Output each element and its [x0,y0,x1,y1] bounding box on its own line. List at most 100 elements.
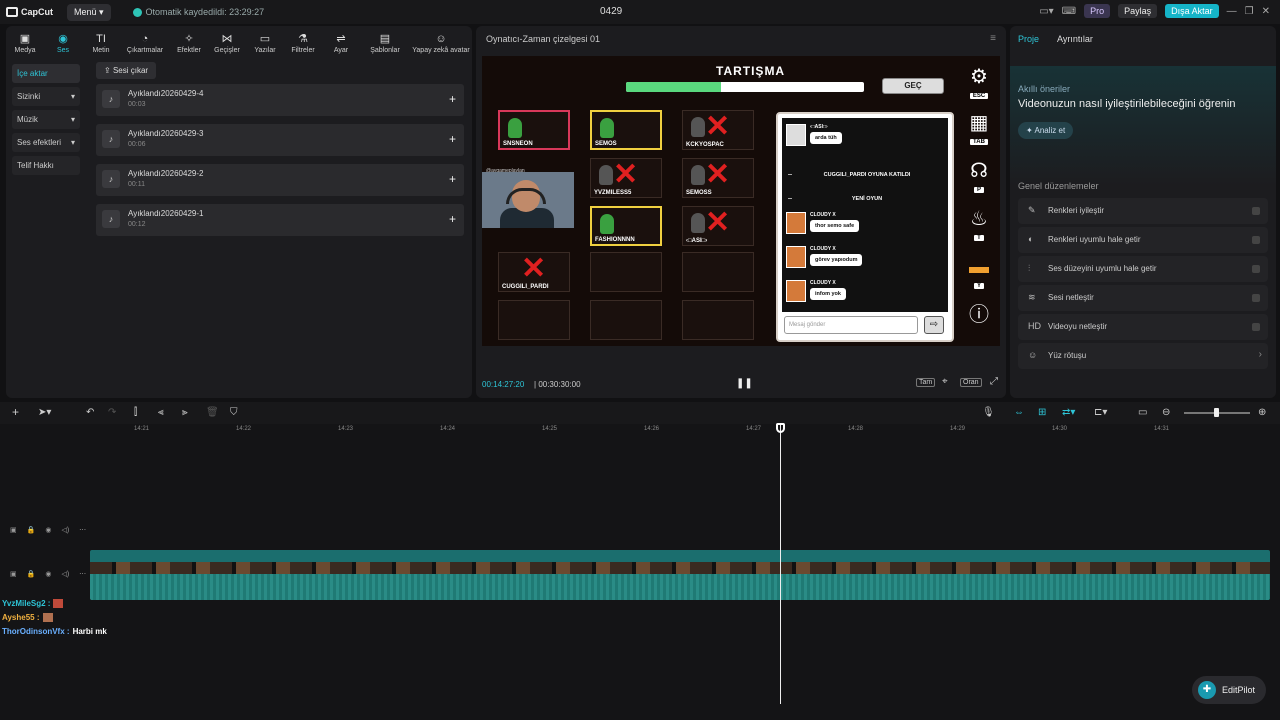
fullscreen-quality-button[interactable]: Tam [916,378,936,387]
tool-filters[interactable]: ⚗ Filtreler [284,26,322,60]
track-visibility-icon[interactable]: ▣ [10,570,17,578]
add-icon[interactable]: + [449,212,456,226]
minimize-icon[interactable]: — [1227,6,1237,17]
add-icon[interactable]: + [449,172,456,186]
track-visibility-icon[interactable]: ▣ [10,526,17,534]
menu-icon[interactable]: ≡ [990,33,996,44]
trim-right-icon[interactable]: ⫸ [182,407,188,418]
caption-track-icon[interactable]: ▭ [1138,407,1147,418]
share-button[interactable]: Paylaş [1118,4,1158,18]
nav-yours[interactable]: Sizinki ▾ [12,87,80,106]
tool-media[interactable]: ▣ Medya [6,26,44,60]
eye-icon[interactable]: ◉ [45,526,51,534]
lock-icon[interactable]: 🔒 [27,570,36,578]
tool-effects[interactable]: ✧ Efektler [170,26,208,60]
edit-match-colors[interactable]: ◐ Renkleri uyumlu hale getir [1018,227,1268,253]
lock-icon[interactable]: 🔒 [27,526,36,534]
tool-adjust[interactable]: ⇌ Ayar [322,26,360,60]
progress-fill [626,82,722,92]
avatar [786,280,806,302]
maximize-icon[interactable]: ❐ [1245,6,1254,17]
speaker-icon[interactable]: ◁) [61,570,69,578]
zoom-out-icon[interactable]: ⊖ [1162,407,1170,418]
menu-button[interactable]: Menü ▾ [67,3,111,21]
speaker-icon[interactable]: ◁) [61,526,69,534]
add-icon[interactable]: + [449,132,456,146]
close-icon[interactable]: ✕ [1262,6,1270,17]
nav-copyright[interactable]: Telif Hakkı [12,156,80,175]
system-message: CUGGILI_PARDI OYUNA KATILDI [792,172,942,178]
delete-icon[interactable]: 🗑 [206,407,219,418]
player-card [682,252,754,292]
eye-icon[interactable]: ◉ [45,570,51,578]
shield-icon[interactable]: ⛉ [230,407,238,418]
project-title[interactable]: 0429 [600,6,622,17]
editpilot-button[interactable]: ✚ EditPilot [1192,676,1266,704]
playhead[interactable] [780,424,781,704]
audio-categories: İçe aktar Sizinki ▾ Müzik ▾ Ses efektleri ▾… [6,60,86,398]
zoom-slider-thumb[interactable] [1214,408,1219,417]
toggle[interactable] [1252,294,1260,302]
settings-icon: ⚙ ESC [969,66,989,99]
more-icon[interactable]: ⋯ [79,570,86,578]
more-icon[interactable]: ⋯ [79,526,86,534]
player-card [590,300,662,340]
time-ruler[interactable]: 14:21 14:22 14:23 14:24 14:25 14:26 14:2… [90,424,1270,436]
list-item[interactable]: ♪ Ayıklandı20260429-3 00:06 + [96,124,464,156]
nav-music[interactable]: Müzik ▾ [12,110,80,129]
split-icon[interactable]: ⫿ [134,407,137,418]
tool-captions[interactable]: ▭ Yazılar [246,26,284,60]
snap-icon[interactable]: ⊏▾ [1094,407,1107,418]
export-button[interactable]: Dışa Aktar [1165,4,1219,18]
tool-stickers[interactable]: ◔ Çıkartmalar [120,26,170,60]
list-item[interactable]: ♪ Ayıklandı20260429-1 00:12 + [96,204,464,236]
ratio-button[interactable]: Oran [960,378,982,387]
preview-axis-icon[interactable]: ⇄▾ [1062,407,1075,418]
chat-icon: ▬ Y [969,256,989,289]
toggle[interactable] [1252,265,1260,273]
playhead-handle[interactable] [776,423,785,433]
shortcuts-icon[interactable]: ⌨ [1062,6,1076,17]
tiktok-icon: ♪ [102,90,120,108]
remove-vocals-button[interactable]: ⇪ Sesi çıkar [96,62,157,79]
link-icon[interactable]: ⊞ [1038,407,1046,418]
tab-details[interactable]: Ayrıntılar [1057,34,1093,44]
pro-button[interactable]: Pro [1084,4,1111,18]
toggle[interactable] [1252,207,1260,215]
edit-enhance-video[interactable]: HD Videoyu netleştir [1018,314,1268,340]
nav-sfx[interactable]: Ses efektleri ▾ [12,133,80,152]
video-clip[interactable] [90,550,1270,600]
trim-left-icon[interactable]: ⫷ [158,407,164,418]
expand-icon[interactable]: ⤢ [988,376,1000,387]
toggle[interactable] [1252,323,1260,331]
add-track-icon[interactable]: + [12,405,19,419]
edit-retouch[interactable]: ☺ Yüz rötuşu › [1018,343,1268,369]
list-item[interactable]: ♪ Ayıklandı20260429-2 00:11 + [96,164,464,196]
list-item[interactable]: ♪ Ayıklandı20260429-4 00:03 + [96,84,464,116]
tool-templates[interactable]: ▤ Şablonlar [360,26,410,60]
tab-project[interactable]: Proje [1018,34,1039,44]
top-bar: CapCut Menü ▾ Otomatik kaydedildi: 23:29… [0,0,1280,24]
face-icon: ☺ [1028,350,1038,360]
toggle[interactable] [1252,236,1260,244]
zoom-in-icon[interactable]: ⊕ [1258,407,1266,418]
select-tool-icon[interactable]: ➤▾ [38,407,51,418]
edit-enhance-voice[interactable]: ≋ Sesi netleştir [1018,285,1268,311]
edit-enhance-colors[interactable]: ✎ Renkleri iyileştir [1018,198,1268,224]
app-logo: CapCut [6,7,53,17]
layout-icon[interactable]: ▭▾ [1039,6,1053,17]
crop-icon[interactable]: ⌖ [940,376,950,387]
edit-normalize-volume[interactable]: ⫶ Ses düzeyini uyumlu hale getir [1018,256,1268,282]
microphone-icon[interactable]: 🎙 [982,407,995,418]
analyze-button[interactable]: ✦ Analiz et [1018,122,1074,139]
tool-ai-avatar[interactable]: ☺ Yapay zekâ avatar [410,26,472,60]
tool-audio[interactable]: ◉ Ses [44,26,82,60]
add-icon[interactable]: + [449,92,456,106]
magnet-icon[interactable]: ⇔ [1014,407,1024,418]
nav-import[interactable]: İçe aktar [12,64,80,83]
undo-icon[interactable]: ↶ [86,407,94,418]
tool-transitions[interactable]: ⋈ Geçişler [208,26,246,60]
pause-button[interactable]: ❚❚ [736,378,753,389]
redo-icon[interactable]: ↷ [108,407,116,418]
tool-text[interactable]: TI Metin [82,26,120,60]
